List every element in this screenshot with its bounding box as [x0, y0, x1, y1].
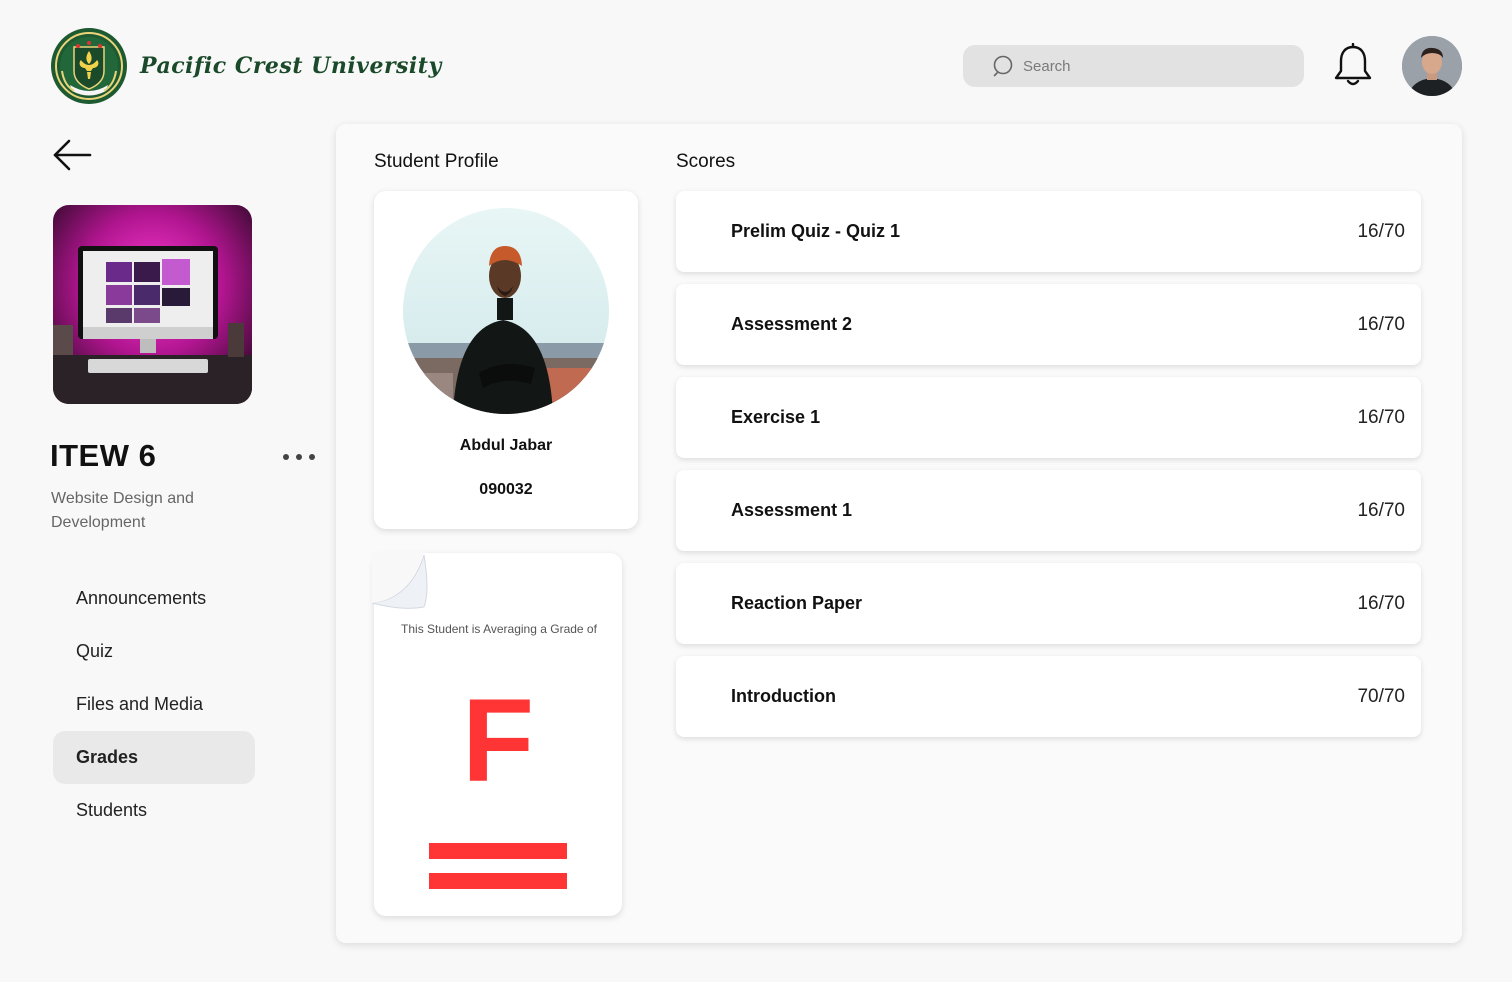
- score-title: Assessment 2: [731, 314, 853, 334]
- score-title: Assessment 1: [731, 500, 853, 520]
- student-id: 090032: [479, 481, 533, 498]
- search-icon: [993, 55, 1013, 77]
- score-value: 70/70: [1357, 685, 1405, 707]
- score-value: 16/70: [1357, 220, 1405, 242]
- university-seal-icon: [51, 28, 127, 104]
- user-avatar[interactable]: [1402, 36, 1462, 96]
- score-title: Exercise 1: [731, 407, 821, 427]
- score-row[interactable]: Exercise 1 16/70: [676, 377, 1421, 458]
- scores-title: Scores: [676, 151, 736, 172]
- student-profile-card: Abdul Jabar 090032: [374, 191, 638, 529]
- search-input[interactable]: [1023, 57, 1283, 75]
- course-name: Website Design and Development: [51, 490, 194, 531]
- sidebar-item-announcements[interactable]: Announcements: [53, 572, 255, 625]
- score-value: 16/70: [1357, 592, 1405, 614]
- grade-underline-bottom: [429, 873, 567, 889]
- user-photo: [1402, 36, 1462, 96]
- score-row[interactable]: Prelim Quiz - Quiz 1 16/70: [676, 191, 1421, 272]
- score-row[interactable]: Reaction Paper 16/70: [676, 563, 1421, 644]
- score-value: 16/70: [1357, 406, 1405, 428]
- sidebar-item-grades[interactable]: Grades: [53, 731, 255, 784]
- student-name: Abdul Jabar: [459, 437, 553, 454]
- grade-letter: F: [461, 675, 535, 807]
- course-nav: Announcements Quiz Files and Media Grade…: [53, 572, 255, 837]
- page-curl-icon: [372, 551, 428, 609]
- score-title: Prelim Quiz - Quiz 1: [731, 221, 901, 241]
- more-dots-icon[interactable]: [283, 446, 315, 468]
- sidebar-item-students[interactable]: Students: [53, 784, 255, 837]
- score-title: Reaction Paper: [731, 593, 863, 613]
- search-bar[interactable]: [963, 45, 1304, 87]
- university-logo[interactable]: Pacific Crest University: [50, 27, 442, 105]
- course-thumbnail: [53, 205, 252, 404]
- student-photo: [403, 208, 609, 414]
- score-row[interactable]: Assessment 2 16/70: [676, 284, 1421, 365]
- grade-underline-top: [429, 843, 567, 859]
- score-row[interactable]: Assessment 1 16/70: [676, 470, 1421, 551]
- grade-caption: This Student is Averaging a Grade of: [401, 622, 597, 636]
- score-value: 16/70: [1357, 313, 1405, 335]
- student-profile-title: Student Profile: [374, 151, 499, 172]
- score-value: 16/70: [1357, 499, 1405, 521]
- course-code: ITEW 6: [50, 438, 157, 473]
- sidebar-item-quiz[interactable]: Quiz: [53, 625, 255, 678]
- score-row[interactable]: Introduction 70/70: [676, 656, 1421, 737]
- average-grade-card: This Student is Averaging a Grade of F: [372, 551, 622, 916]
- university-name: Pacific Crest University: [140, 53, 442, 79]
- score-title: Introduction: [731, 686, 836, 706]
- bell-icon[interactable]: [1333, 43, 1373, 89]
- sidebar-item-files-and-media[interactable]: Files and Media: [53, 678, 255, 731]
- back-arrow-icon[interactable]: [52, 138, 92, 172]
